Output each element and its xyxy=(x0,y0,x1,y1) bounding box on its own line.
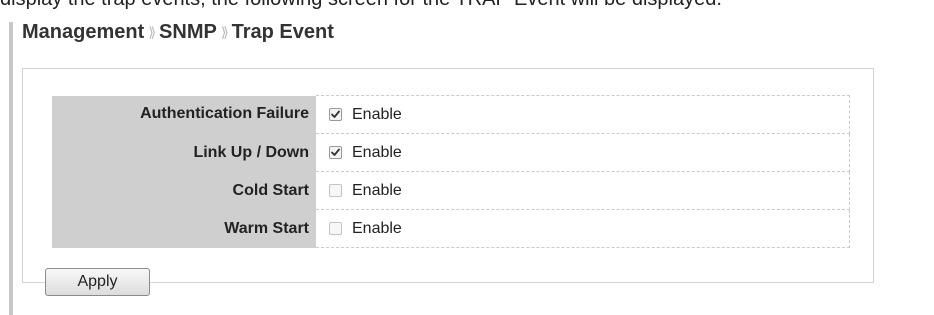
left-rule xyxy=(9,22,13,315)
apply-button[interactable]: Apply xyxy=(45,268,150,296)
clipped-intro-text: display the trap events, the following s… xyxy=(0,0,934,9)
warm-start-checkbox[interactable] xyxy=(329,222,342,235)
trap-label: Authentication Failure xyxy=(52,95,316,134)
trap-value-cell: Enable xyxy=(316,133,850,172)
trap-row-link-up-down: Link Up / Down Enable xyxy=(52,133,850,172)
trap-label: Cold Start xyxy=(52,171,316,210)
breadcrumb: Management ⟫ SNMP ⟫ Trap Event xyxy=(22,18,334,46)
trap-label: Warm Start xyxy=(52,209,316,248)
trap-row-cold-start: Cold Start Enable xyxy=(52,171,850,210)
trap-value-cell: Enable xyxy=(316,171,850,210)
enable-label: Enable xyxy=(352,181,402,199)
breadcrumb-separator-icon: ⟫ xyxy=(148,23,156,40)
trap-row-authentication-failure: Authentication Failure Enable xyxy=(52,95,850,134)
trap-row-warm-start: Warm Start Enable xyxy=(52,209,850,248)
enable-label: Enable xyxy=(352,219,402,237)
trap-value-cell: Enable xyxy=(316,95,850,134)
trap-event-table: Authentication Failure Enable Link Up / … xyxy=(52,95,850,248)
trap-event-page: display the trap events, the following s… xyxy=(0,0,934,315)
enable-option: Enable xyxy=(329,144,849,162)
trap-label: Link Up / Down xyxy=(52,133,316,172)
breadcrumb-item-trap-event: Trap Event xyxy=(231,20,334,43)
breadcrumb-separator-icon: ⟫ xyxy=(220,23,229,40)
cold-start-checkbox[interactable] xyxy=(329,184,342,197)
enable-label: Enable xyxy=(352,143,402,161)
checkmark-icon xyxy=(331,110,340,118)
enable-option: Enable xyxy=(329,220,849,238)
authentication-failure-checkbox[interactable] xyxy=(329,108,342,121)
enable-option: Enable xyxy=(329,106,849,124)
breadcrumb-item-management[interactable]: Management xyxy=(22,21,144,44)
link-up-down-checkbox[interactable] xyxy=(329,146,342,159)
checkmark-icon xyxy=(331,148,340,156)
enable-label: Enable xyxy=(352,105,402,123)
trap-value-cell: Enable xyxy=(316,209,850,248)
breadcrumb-item-snmp[interactable]: SNMP xyxy=(159,21,217,44)
enable-option: Enable xyxy=(329,182,849,200)
